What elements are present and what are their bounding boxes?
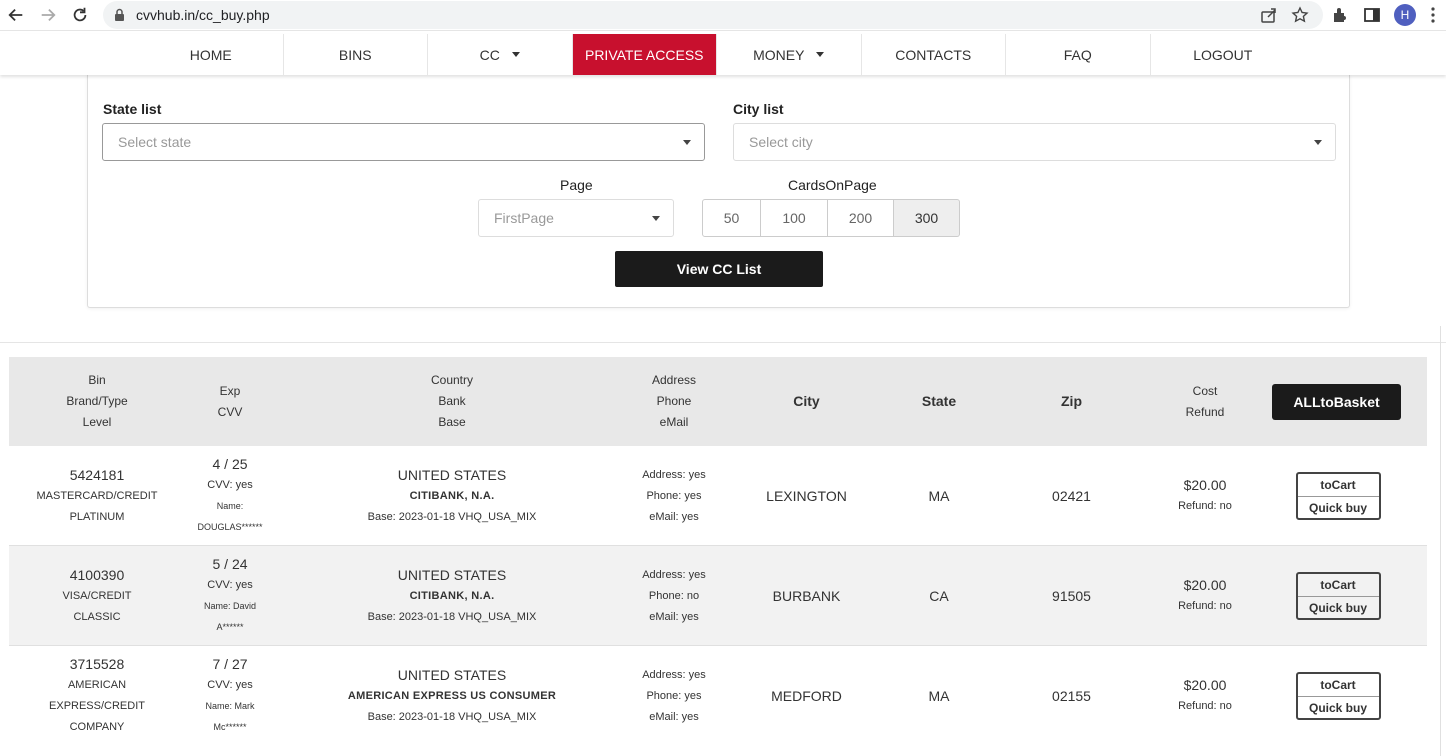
cc-table: Bin Brand/Type Level Exp CVV Country Ban… bbox=[9, 357, 1427, 746]
site-nav: HOME BINS CC PRIVATE ACCESS MONEY CONTAC… bbox=[0, 34, 1446, 75]
header-cost: Cost Refund bbox=[1185, 383, 1225, 419]
all-to-basket-button[interactable]: ALLtoBasket bbox=[1272, 384, 1401, 420]
reload-icon[interactable] bbox=[69, 4, 91, 26]
zip-cell: 91505 bbox=[1052, 588, 1091, 604]
header-state: State bbox=[921, 393, 957, 409]
country-cell: UNITED STATES AMERICAN EXPRESS US CONSUM… bbox=[347, 666, 557, 723]
forward-icon[interactable] bbox=[37, 4, 59, 26]
header-exp: Exp CVV bbox=[217, 383, 243, 419]
city-select[interactable]: Select city bbox=[733, 123, 1336, 161]
bin-cell: 5424181 MASTERCARD/CREDIT PLATINUM bbox=[36, 466, 158, 523]
action-buttons: toCart Quick buy bbox=[1295, 672, 1381, 720]
sidepanel-icon[interactable] bbox=[1363, 6, 1381, 29]
city-cell: LEXINGTON bbox=[766, 488, 847, 504]
actions-cell: toCart Quick buy bbox=[1251, 646, 1425, 746]
nav-logout[interactable]: LOGOUT bbox=[1151, 34, 1296, 75]
address-cell: Address: yes Phone: no eMail: yes bbox=[642, 568, 706, 623]
nav-faq[interactable]: FAQ bbox=[1006, 34, 1151, 75]
chevron-down-icon bbox=[652, 216, 660, 221]
zip-cell: 02421 bbox=[1052, 488, 1091, 504]
divider bbox=[0, 342, 1446, 343]
cards-option-100[interactable]: 100 bbox=[761, 199, 828, 237]
bin-cell: 3715528 AMERICAN EXPRESS/CREDIT COMPANY bbox=[49, 656, 145, 733]
scrollbar-track bbox=[1440, 326, 1441, 756]
quick-buy-button[interactable]: Quick buy bbox=[1297, 496, 1379, 518]
city-cell: BURBANK bbox=[772, 588, 841, 604]
state-cell: CA bbox=[929, 588, 949, 604]
quick-buy-button[interactable]: Quick buy bbox=[1297, 596, 1379, 618]
nav-cc[interactable]: CC bbox=[428, 34, 573, 75]
cost-cell: $20.00 Refund: no bbox=[1178, 677, 1232, 712]
view-cc-list-button[interactable]: View CC List bbox=[615, 251, 823, 287]
url-text: cvvhub.in/cc_buy.php bbox=[136, 7, 270, 23]
table-row: 4100390 VISA/CREDIT CLASSIC 5 / 24 CVV: … bbox=[9, 546, 1427, 646]
bin-cell: 4100390 VISA/CREDIT CLASSIC bbox=[62, 566, 132, 623]
exp-cell: 4 / 25 CVV: yes Name: DOUGLAS****** bbox=[197, 456, 263, 532]
extensions-icon[interactable] bbox=[1331, 6, 1349, 29]
cards-on-page-group: 50 100 200 300 bbox=[702, 199, 960, 237]
nav-home[interactable]: HOME bbox=[139, 34, 284, 75]
state-list-label: State list bbox=[103, 101, 162, 117]
address-cell: Address: yes Phone: yes eMail: yes bbox=[642, 468, 706, 523]
nav-bins[interactable]: BINS bbox=[284, 34, 428, 75]
bookmark-star-icon[interactable] bbox=[1291, 6, 1309, 29]
actions-cell: toCart Quick buy bbox=[1251, 546, 1425, 646]
profile-avatar[interactable]: H bbox=[1394, 4, 1416, 26]
to-cart-button[interactable]: toCart bbox=[1298, 574, 1379, 596]
page-label: Page bbox=[560, 177, 593, 193]
country-cell: UNITED STATES CITIBANK, N.A. Base: 2023-… bbox=[367, 466, 537, 523]
actions-cell: toCart Quick buy bbox=[1251, 446, 1425, 546]
page-select[interactable]: FirstPage bbox=[478, 199, 674, 237]
header-city: City bbox=[793, 393, 820, 409]
nav-money[interactable]: MONEY bbox=[717, 34, 862, 75]
header-address: Address Phone eMail bbox=[651, 373, 697, 429]
chevron-down-icon bbox=[683, 140, 691, 145]
chevron-down-icon bbox=[1314, 140, 1322, 145]
state-select[interactable]: Select state bbox=[102, 123, 705, 161]
cards-option-200[interactable]: 200 bbox=[828, 199, 894, 237]
filter-panel: State list Select state City list Select… bbox=[87, 75, 1350, 308]
nav-contacts[interactable]: CONTACTS bbox=[862, 34, 1006, 75]
table-row: 3715528 AMERICAN EXPRESS/CREDIT COMPANY … bbox=[9, 646, 1427, 746]
action-buttons: toCart Quick buy bbox=[1295, 472, 1381, 520]
exp-cell: 5 / 24 CVV: yes Name: David A****** bbox=[203, 556, 257, 632]
state-cell: MA bbox=[928, 688, 950, 704]
to-cart-button[interactable]: toCart bbox=[1298, 474, 1379, 496]
table-header: Bin Brand/Type Level Exp CVV Country Ban… bbox=[9, 357, 1427, 446]
cost-cell: $20.00 Refund: no bbox=[1178, 577, 1232, 612]
exp-cell: 7 / 27 CVV: yes Name: Mark Mc****** bbox=[205, 656, 255, 732]
city-cell: MEDFORD bbox=[771, 688, 842, 704]
browser-toolbar: cvvhub.in/cc_buy.php H bbox=[0, 0, 1446, 31]
cards-option-300[interactable]: 300 bbox=[894, 199, 960, 237]
table-row: 5424181 MASTERCARD/CREDIT PLATINUM 4 / 2… bbox=[9, 446, 1427, 546]
caret-down-icon bbox=[511, 52, 520, 57]
address-cell: Address: yes Phone: yes eMail: yes bbox=[642, 668, 706, 723]
state-cell: MA bbox=[928, 488, 950, 504]
city-list-label: City list bbox=[733, 101, 784, 117]
caret-down-icon bbox=[816, 52, 825, 57]
action-buttons: toCart Quick buy bbox=[1295, 572, 1381, 620]
lock-icon bbox=[114, 8, 125, 27]
cost-cell: $20.00 Refund: no bbox=[1178, 477, 1232, 512]
zip-cell: 02155 bbox=[1052, 688, 1091, 704]
menu-kebab-icon[interactable] bbox=[1430, 6, 1436, 24]
cards-on-page-label: CardsOnPage bbox=[788, 177, 877, 193]
nav-private-access[interactable]: PRIVATE ACCESS bbox=[572, 34, 717, 75]
share-icon[interactable] bbox=[1260, 6, 1278, 29]
quick-buy-button[interactable]: Quick buy bbox=[1297, 696, 1379, 718]
address-bar[interactable]: cvvhub.in/cc_buy.php bbox=[103, 1, 1323, 29]
header-country: Country Bank Base bbox=[430, 373, 474, 429]
back-icon[interactable] bbox=[5, 4, 27, 26]
country-cell: UNITED STATES CITIBANK, N.A. Base: 2023-… bbox=[367, 566, 537, 623]
header-zip: Zip bbox=[1061, 393, 1082, 409]
cards-option-50[interactable]: 50 bbox=[702, 199, 761, 237]
to-cart-button[interactable]: toCart bbox=[1298, 674, 1379, 696]
header-bin: Bin Brand/Type Level bbox=[66, 373, 128, 429]
